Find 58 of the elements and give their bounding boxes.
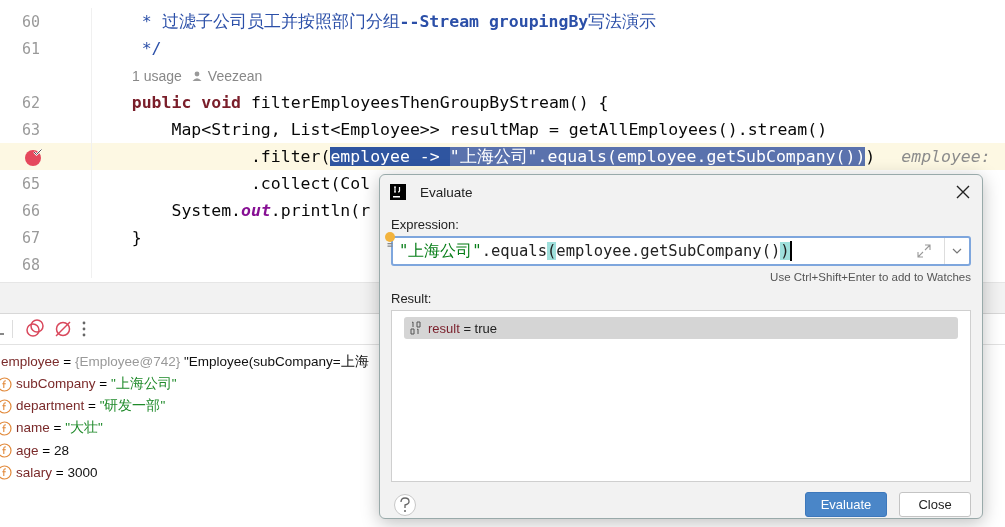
code-text: 写法演示 (588, 11, 657, 31)
dropdown-caret-icon[interactable] (951, 247, 963, 255)
code-text: } (131, 228, 142, 247)
author-name: Veezean (207, 67, 263, 84)
code-text: */ (141, 39, 162, 58)
selected-code: employee -> (330, 146, 450, 166)
result-row[interactable]: result = true (404, 317, 958, 339)
lightbulb-icon[interactable] (384, 232, 396, 248)
line-number: 68 (22, 255, 41, 274)
inline-value-hint: employee: (901, 146, 991, 166)
field-icon (0, 420, 12, 436)
code-text: System. (171, 201, 241, 220)
binary-value-icon (410, 321, 422, 335)
app-logo-icon (390, 184, 406, 200)
field-icon (0, 376, 12, 392)
line-number: 67 (22, 228, 41, 247)
code-text: .collect(Col (250, 174, 371, 193)
mute-breakpoints-icon[interactable] (53, 319, 73, 339)
field-row[interactable]: salary = 3000 (16, 464, 98, 480)
field-row[interactable]: age = 28 (16, 442, 69, 458)
breakpoint-icon[interactable] (24, 146, 44, 167)
line-number: 62 (22, 93, 41, 112)
expression-field[interactable]: "上海公司".equals(employee.getSubCompany()) (391, 236, 971, 266)
field-row[interactable]: name = "大壮" (16, 419, 103, 437)
code-text: .println(r (270, 201, 371, 220)
code-text: out (241, 201, 271, 220)
result-label: Result: (391, 291, 433, 306)
code-text: public void (131, 93, 241, 112)
code-text: * 过滤子公司员工并按照部门分组 (141, 11, 400, 31)
person-icon (191, 70, 202, 81)
line-number: 66 (22, 201, 41, 220)
help-button[interactable] (394, 493, 416, 516)
code-text: ) (865, 146, 876, 166)
code-text: .filter( (250, 146, 331, 166)
line-number: 63 (22, 120, 41, 139)
line-number: 65 (22, 174, 41, 193)
field-row[interactable]: subCompany = "上海公司" (16, 375, 177, 393)
expand-icon[interactable] (916, 243, 932, 259)
field-icon (0, 442, 12, 458)
field-icon (0, 464, 12, 480)
selected-code: "上海公司".equals(employee.getSubCompany()) (449, 146, 866, 166)
close-button[interactable]: Close (899, 492, 971, 517)
field-icon (0, 398, 12, 414)
expression-label: Expression: (391, 217, 460, 232)
dialog-title: Evaluate (420, 184, 473, 200)
field-row[interactable]: department = "研发一部" (16, 397, 166, 415)
evaluate-button[interactable]: Evaluate (805, 492, 887, 517)
code-text: --Stream groupingBy (399, 11, 589, 31)
view-breakpoints-icon[interactable] (25, 319, 45, 339)
line-number: 61 (22, 39, 41, 58)
question-mark-icon (398, 496, 412, 513)
usage-count[interactable]: 1 usage (132, 67, 182, 84)
code-text: filterEmployeesThenGroupByStream() { (250, 93, 609, 112)
line-number: 60 (22, 12, 41, 31)
code-text: Map<String, List<Employee>> resultMap = getAllEmployees().stream() (171, 120, 828, 139)
close-icon[interactable] (954, 183, 972, 201)
more-icon[interactable] (81, 320, 87, 338)
watches-hint: Use Ctrl+Shift+Enter to add to Watches (770, 271, 971, 283)
